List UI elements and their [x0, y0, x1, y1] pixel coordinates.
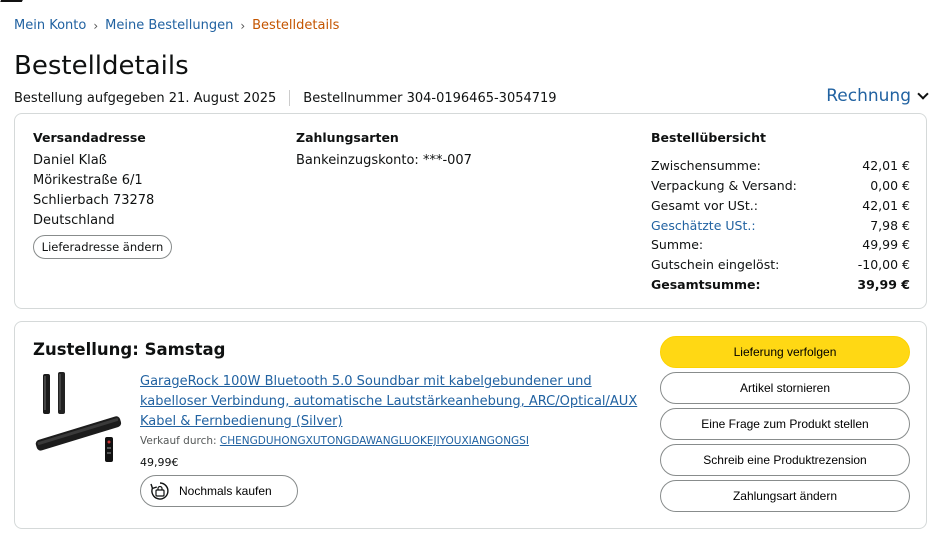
chevron-down-icon: [917, 88, 929, 100]
meta-divider: [289, 90, 291, 106]
invoice-label: Rechnung: [826, 86, 911, 106]
breadcrumb-orders[interactable]: Meine Bestellungen: [105, 18, 233, 33]
summary-value: 42,01 €: [862, 198, 910, 213]
summary-row: Verpackung & Versand: 0,00 €: [651, 178, 910, 193]
shipping-line: Deutschland: [33, 213, 115, 228]
payment-method: Bankeinzugskonto: ***-007: [296, 153, 472, 168]
product-image[interactable]: [31, 370, 125, 465]
change-address-button[interactable]: Lieferadresse ändern: [33, 235, 172, 259]
order-info-box: Versandadresse Daniel Klaß Mörikestraße …: [14, 113, 927, 309]
summary-row: Geschätzte USt.: 7,98 €: [651, 218, 910, 233]
breadcrumb: Mein Konto › Meine Bestellungen › Bestel…: [14, 18, 339, 33]
summary-value: -10,00 €: [857, 257, 910, 272]
order-meta: Bestellung aufgegeben 21. August 2025 Be…: [14, 90, 557, 106]
delivery-box: Zustellung: Samstag GarageRock 100W Blue…: [14, 321, 927, 529]
summary-value: 0,00 €: [870, 178, 910, 193]
payment-title: Zahlungsarten: [296, 130, 399, 145]
rebuy-button[interactable]: Nochmals kaufen: [140, 475, 298, 507]
track-delivery-button[interactable]: Lieferung verfolgen: [660, 336, 910, 368]
breadcrumb-separator: ›: [240, 18, 246, 33]
seller-info: Verkauf durch: CHENGDUHONGXUTONGDAWANGLU…: [140, 435, 529, 447]
invoice-dropdown[interactable]: Rechnung: [826, 86, 929, 106]
summary-row: Gutschein eingelöst: -10,00 €: [651, 257, 910, 272]
change-payment-button[interactable]: Zahlungsart ändern: [660, 480, 910, 512]
estimated-tax-link[interactable]: Geschätzte USt.:: [651, 218, 756, 233]
breadcrumb-current: Bestelldetails: [252, 18, 340, 33]
order-number: Bestellnummer 304-0196465-3054719: [303, 90, 557, 106]
summary-value: 42,01 €: [862, 158, 910, 173]
delivery-title: Zustellung: Samstag: [33, 340, 226, 359]
summary-label: Zwischensumme:: [651, 158, 761, 173]
seller-prefix: Verkauf durch:: [140, 435, 220, 447]
summary-value: 7,98 €: [870, 218, 910, 233]
ask-question-button[interactable]: Eine Frage zum Produkt stellen: [660, 408, 910, 440]
shipping-line: Daniel Klaß: [33, 153, 107, 168]
page-title: Bestelldetails: [14, 51, 189, 81]
rebuy-label: Nochmals kaufen: [179, 484, 272, 498]
summary-row: Zwischensumme: 42,01 €: [651, 158, 910, 173]
seller-link[interactable]: CHENGDUHONGXUTONGDAWANGLUOKEJIYOUXIANGON…: [220, 435, 529, 447]
shipping-title: Versandadresse: [33, 130, 146, 145]
shipping-line: Schlierbach 73278: [33, 193, 155, 208]
order-date: Bestellung aufgegeben 21. August 2025: [14, 90, 277, 106]
cancel-item-button[interactable]: Artikel stornieren: [660, 372, 910, 404]
breadcrumb-separator: ›: [93, 18, 99, 33]
summary-row: Gesamt vor USt.: 42,01 €: [651, 198, 910, 213]
summary-label: Verpackung & Versand:: [651, 178, 797, 193]
product-title-link[interactable]: GarageRock 100W Bluetooth 5.0 Soundbar m…: [140, 372, 640, 432]
summary-label: Gesamt vor USt.:: [651, 198, 758, 213]
corner-decoration: [0, 0, 23, 5]
summary-title: Bestellübersicht: [651, 130, 766, 145]
shipping-line: Mörikestraße 6/1: [33, 173, 143, 188]
summary-label: Gutschein eingelöst:: [651, 257, 780, 272]
summary-label: Summe:: [651, 237, 704, 252]
summary-total-row: Gesamtsumme: 39,99 €: [651, 277, 910, 292]
total-value: 39,99 €: [857, 277, 910, 292]
total-label: Gesamtsumme:: [651, 277, 761, 292]
summary-row: Summe: 49,99 €: [651, 237, 910, 252]
product-price: 49,99€: [140, 456, 179, 469]
rebuy-icon: [150, 482, 169, 500]
summary-value: 49,99 €: [862, 237, 910, 252]
breadcrumb-account[interactable]: Mein Konto: [14, 18, 86, 33]
write-review-button[interactable]: Schreib eine Produktrezension: [660, 444, 910, 476]
